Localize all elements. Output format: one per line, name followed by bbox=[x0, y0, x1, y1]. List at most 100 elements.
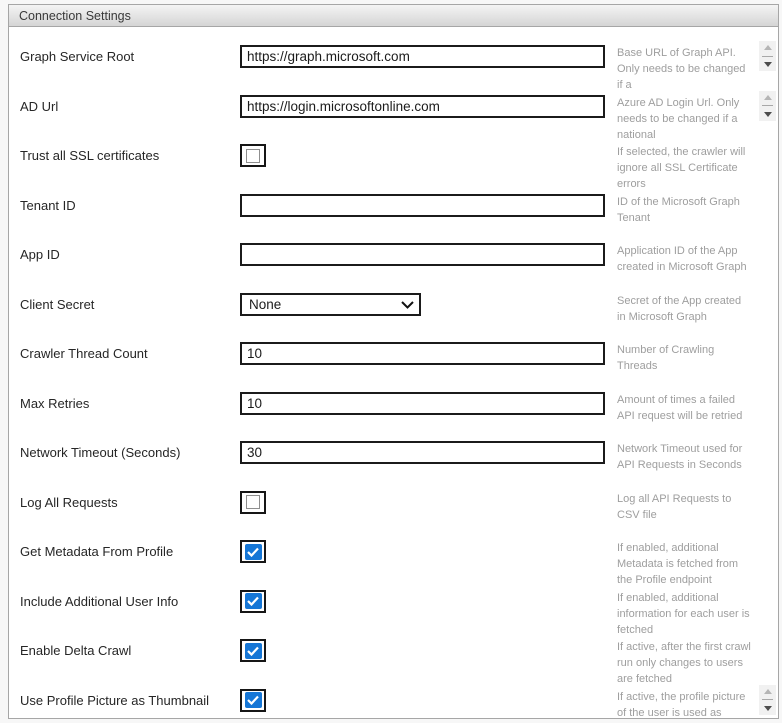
description-scrollbar[interactable] bbox=[759, 91, 776, 121]
field-description: Amount of times a failed API request wil… bbox=[617, 392, 778, 424]
field-label: AD Url bbox=[20, 99, 58, 114]
label-cell: Log All Requests bbox=[9, 478, 240, 528]
row-crawler-thread-count: Crawler Thread Count Number of Crawling … bbox=[9, 329, 778, 379]
row-graph-service-root: Graph Service Root Base URL of Graph API… bbox=[9, 32, 778, 82]
description-cell: Application ID of the App created in Mic… bbox=[617, 230, 778, 280]
crawler-thread-count-input[interactable] bbox=[240, 342, 605, 365]
client-secret-select[interactable]: None bbox=[240, 293, 421, 316]
description-cell: Log all API Requests to CSV file bbox=[617, 478, 778, 528]
select-wrap: None bbox=[240, 293, 421, 316]
field-label: Network Timeout (Seconds) bbox=[20, 445, 180, 460]
description-scrollbar[interactable] bbox=[759, 41, 776, 71]
label-cell: Trust all SSL certificates bbox=[9, 131, 240, 181]
max-retries-input[interactable] bbox=[240, 392, 605, 415]
field-description: If active, the profile picture of the us… bbox=[617, 689, 778, 719]
description-cell: If enabled, additional Metadata is fetch… bbox=[617, 527, 778, 577]
scroll-up-icon[interactable] bbox=[764, 95, 772, 100]
enable-delta-crawl-checkbox[interactable] bbox=[240, 639, 266, 662]
field-description: Secret of the App created in Microsoft G… bbox=[617, 293, 778, 325]
control-cell bbox=[240, 181, 605, 231]
row-trust-all-ssl-certificates: Trust all SSL certificates If selected, … bbox=[9, 131, 778, 181]
field-description: ID of the Microsoft Graph Tenant bbox=[617, 194, 778, 226]
scrollbar-divider bbox=[762, 699, 773, 700]
control-cell bbox=[240, 676, 605, 719]
scroll-down-icon[interactable] bbox=[764, 62, 772, 67]
label-cell: Tenant ID bbox=[9, 181, 240, 231]
field-label: Max Retries bbox=[20, 396, 89, 411]
trust-all-ssl-certificates-checkbox[interactable] bbox=[240, 144, 266, 167]
description-scrollbar[interactable] bbox=[759, 685, 776, 715]
label-cell: Max Retries bbox=[9, 379, 240, 429]
label-cell: Get Metadata From Profile bbox=[9, 527, 240, 577]
field-label: Enable Delta Crawl bbox=[20, 643, 131, 658]
scrollbar-divider bbox=[762, 56, 773, 57]
row-network-timeout-seconds: Network Timeout (Seconds) Network Timeou… bbox=[9, 428, 778, 478]
control-cell bbox=[240, 626, 605, 676]
field-label: Graph Service Root bbox=[20, 49, 134, 64]
label-cell: Use Profile Picture as Thumbnail bbox=[9, 676, 240, 719]
description-cell: If active, the profile picture of the us… bbox=[617, 676, 778, 719]
settings-form: Graph Service Root Base URL of Graph API… bbox=[9, 27, 778, 718]
field-description: Number of Crawling Threads bbox=[617, 342, 778, 374]
scroll-down-icon[interactable] bbox=[764, 112, 772, 117]
description-cell: Base URL of Graph API. Only needs to be … bbox=[617, 32, 778, 82]
row-app-id: App ID Application ID of the App created… bbox=[9, 230, 778, 280]
description-cell: Network Timeout used for API Requests in… bbox=[617, 428, 778, 478]
network-timeout-seconds-input[interactable] bbox=[240, 441, 605, 464]
row-ad-url: AD Url Azure AD Login Url. Only needs to… bbox=[9, 82, 778, 132]
scroll-up-icon[interactable] bbox=[764, 689, 772, 694]
row-log-all-requests: Log All Requests Log all API Requests to… bbox=[9, 478, 778, 528]
checkmark-icon bbox=[245, 692, 262, 708]
field-label: Get Metadata From Profile bbox=[20, 544, 173, 559]
use-profile-picture-as-thumbnail-checkbox[interactable] bbox=[240, 689, 266, 712]
control-cell bbox=[240, 478, 605, 528]
checkmark-icon bbox=[245, 643, 262, 659]
scroll-up-icon[interactable] bbox=[764, 45, 772, 50]
row-client-secret: Client Secret None Secret of the App cre… bbox=[9, 280, 778, 330]
scroll-down-icon[interactable] bbox=[764, 706, 772, 711]
control-cell bbox=[240, 82, 605, 132]
label-cell: App ID bbox=[9, 230, 240, 280]
panel-header: Connection Settings bbox=[9, 5, 778, 27]
row-tenant-id: Tenant ID ID of the Microsoft Graph Tena… bbox=[9, 181, 778, 231]
description-cell: Secret of the App created in Microsoft G… bbox=[617, 280, 778, 330]
control-cell bbox=[240, 32, 605, 82]
row-use-profile-picture-as-thumbnail: Use Profile Picture as Thumbnail If acti… bbox=[9, 676, 778, 719]
control-cell bbox=[240, 577, 605, 627]
scrollbar-divider bbox=[762, 105, 773, 106]
label-cell: Include Additional User Info bbox=[9, 577, 240, 627]
include-additional-user-info-checkbox[interactable] bbox=[240, 590, 266, 613]
label-cell: Client Secret bbox=[9, 280, 240, 330]
control-cell bbox=[240, 329, 605, 379]
description-cell: Azure AD Login Url. Only needs to be cha… bbox=[617, 82, 778, 132]
field-description: Log all API Requests to CSV file bbox=[617, 491, 778, 523]
field-description: Application ID of the App created in Mic… bbox=[617, 243, 778, 275]
control-cell bbox=[240, 131, 605, 181]
checkmark-icon bbox=[245, 593, 262, 609]
description-cell: ID of the Microsoft Graph Tenant bbox=[617, 181, 778, 231]
description-cell: Number of Crawling Threads bbox=[617, 329, 778, 379]
graph-service-root-input[interactable] bbox=[240, 45, 605, 68]
field-label: Use Profile Picture as Thumbnail bbox=[20, 693, 209, 708]
get-metadata-from-profile-checkbox[interactable] bbox=[240, 540, 266, 563]
label-cell: Crawler Thread Count bbox=[9, 329, 240, 379]
control-cell: None bbox=[240, 280, 605, 330]
description-cell: If enabled, additional information for e… bbox=[617, 577, 778, 627]
connection-settings-panel: Connection Settings Graph Service Root B… bbox=[8, 4, 779, 719]
ad-url-input[interactable] bbox=[240, 95, 605, 118]
row-get-metadata-from-profile: Get Metadata From Profile If enabled, ad… bbox=[9, 527, 778, 577]
label-cell: Network Timeout (Seconds) bbox=[9, 428, 240, 478]
field-label: Client Secret bbox=[20, 297, 94, 312]
checkbox-box bbox=[246, 149, 260, 163]
panel-title: Connection Settings bbox=[19, 9, 131, 23]
control-cell bbox=[240, 527, 605, 577]
row-max-retries: Max Retries Amount of times a failed API… bbox=[9, 379, 778, 429]
checkbox-box bbox=[246, 495, 260, 509]
description-cell: Amount of times a failed API request wil… bbox=[617, 379, 778, 429]
app-id-input[interactable] bbox=[240, 243, 605, 266]
description-cell: If active, after the first crawl run onl… bbox=[617, 626, 778, 676]
control-cell bbox=[240, 230, 605, 280]
tenant-id-input[interactable] bbox=[240, 194, 605, 217]
log-all-requests-checkbox[interactable] bbox=[240, 491, 266, 514]
row-include-additional-user-info: Include Additional User Info If enabled,… bbox=[9, 577, 778, 627]
